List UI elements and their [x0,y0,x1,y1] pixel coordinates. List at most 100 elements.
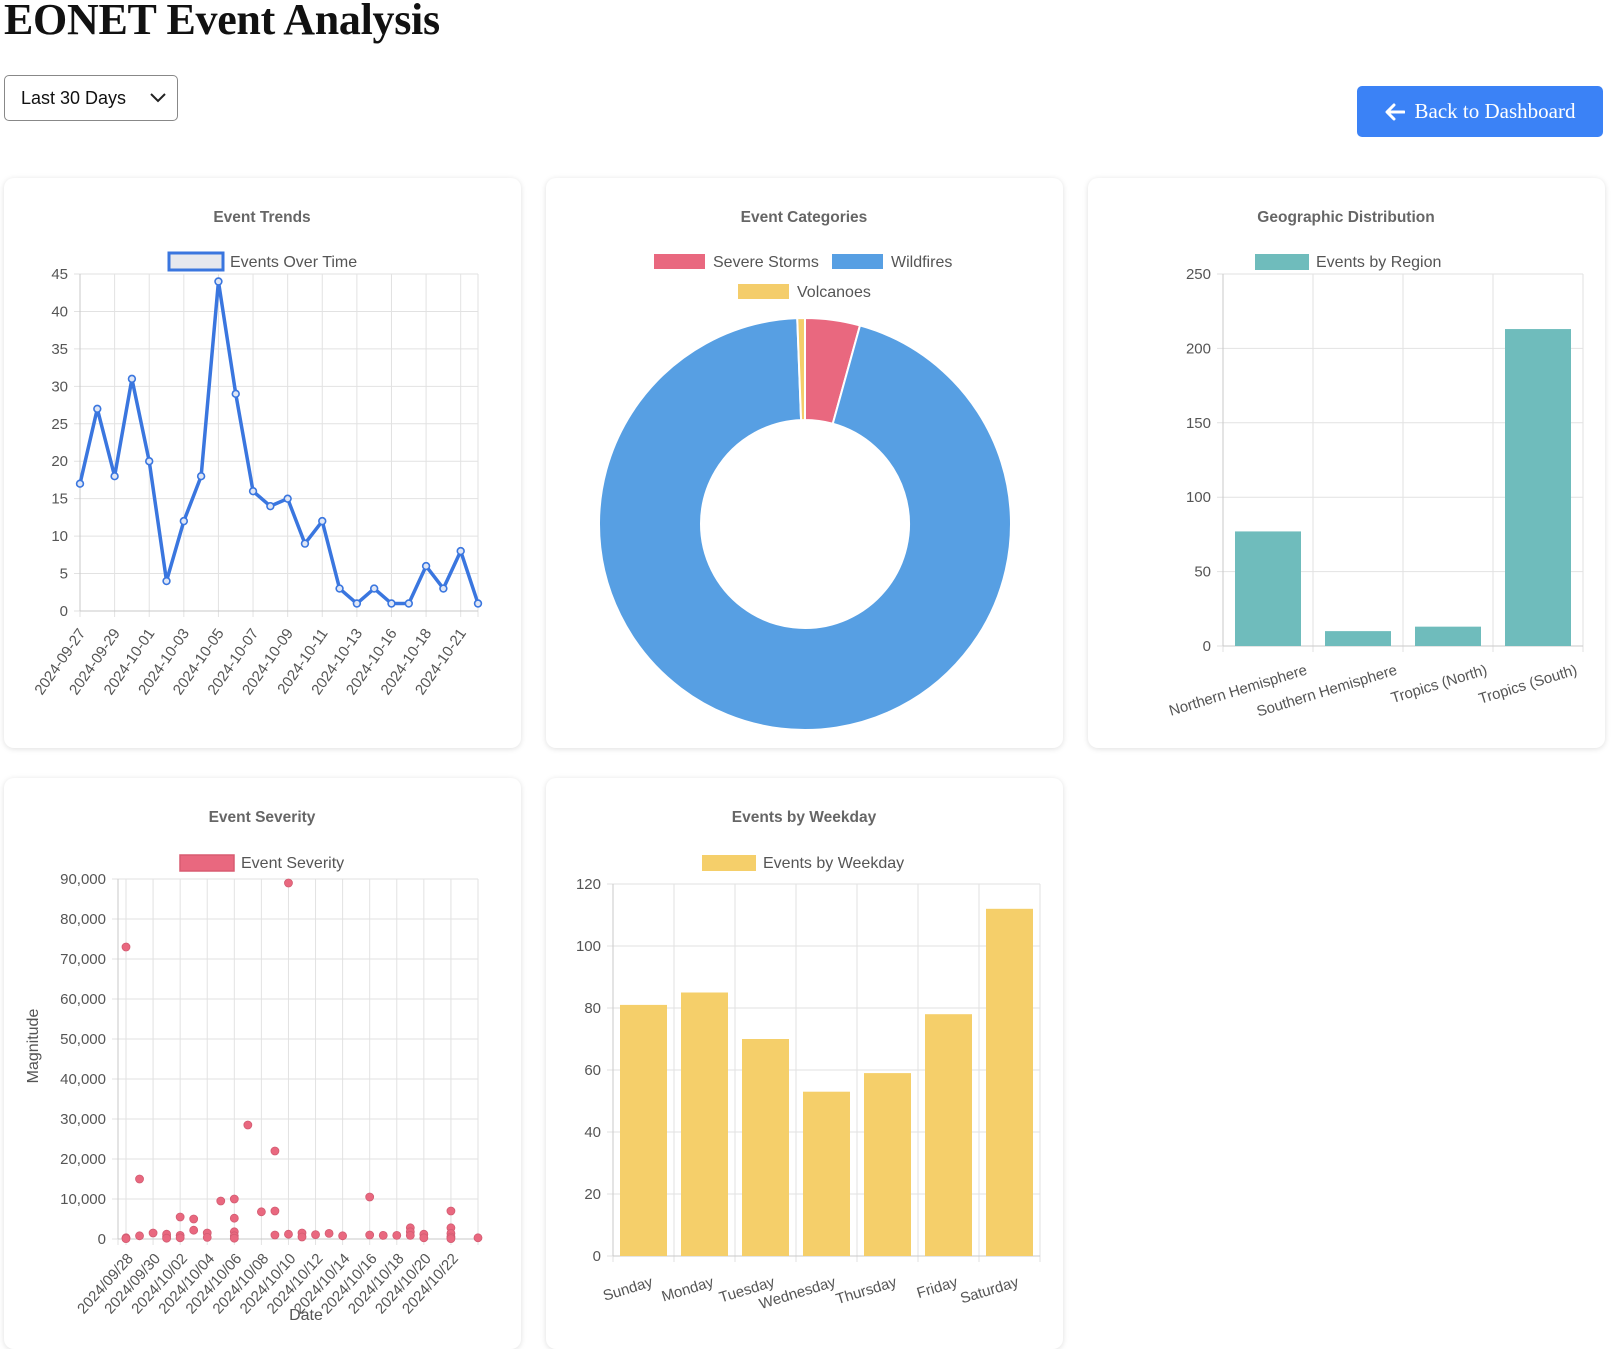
y-tick-label: 35 [51,341,68,358]
y-tick-label: 20,000 [60,1151,106,1168]
geographic-distribution-chart: Geographic Distribution Events by Region… [1167,209,1584,720]
legend-swatch [179,854,235,872]
y-tick-label: 120 [576,876,601,893]
data-point [365,1192,375,1202]
back-to-dashboard-button[interactable]: Back to Dashboard [1357,86,1603,137]
x-tick-label: Tropics (South) [1477,662,1579,708]
data-point [216,1196,226,1206]
data-point [231,389,240,399]
data-point [162,1233,172,1243]
y-tick-label: 0 [593,1248,601,1265]
event-severity-chart: Event Severity Event Severity Magnitude … [25,809,483,1324]
data-point [93,404,102,414]
legend-label-volcanoes: Volcanoes [797,284,871,301]
y-tick-label: 80,000 [60,911,106,928]
y-tick-label: 10,000 [60,1191,106,1208]
data-point [202,1232,212,1242]
data-point [439,584,448,593]
data-point [311,1230,320,1240]
legend-swatch [167,251,225,272]
y-tick-label: 20 [584,1186,601,1203]
y-tick-label: 100 [1186,489,1211,506]
data-point [196,472,206,481]
chart-title: Events by Weekday [732,809,877,826]
y-tick-label: 50 [1194,564,1211,581]
y-tick-label: 0 [98,1231,106,1248]
arrow-left-icon [1385,103,1405,120]
data-point [121,1234,131,1244]
data-point [189,1225,199,1235]
date-range-select[interactable]: Last 30 Days [4,75,178,121]
y-axis-label: Magnitude [25,1009,42,1084]
y-tick-label: 10 [51,528,68,545]
y-tick-label: 0 [60,603,68,620]
data-point [473,599,483,608]
data-point [175,1233,185,1243]
bar [1325,631,1391,646]
y-tick-label: 90,000 [60,871,106,888]
events-by-weekday-chart: Events by Weekday Events by Weekday 0 20 4… [576,809,1041,1313]
data-point [300,539,310,548]
bar [681,992,728,1256]
legend-swatch-storms [654,254,705,269]
y-tick-label: 25 [51,416,68,433]
y-tick-label: 80 [584,1000,601,1017]
bar [1415,626,1481,646]
event-categories-chart: Event Categories Severe Storms Wildfires… [598,209,1012,731]
data-point [270,1230,280,1240]
y-tick-label: 30,000 [60,1111,106,1128]
data-point [179,516,189,526]
x-tick-label: Thursday [834,1273,899,1308]
y-tick-label: 40,000 [60,1071,106,1088]
data-point [284,878,293,888]
y-tick-label: 200 [1186,340,1211,357]
data-point [456,546,465,556]
event-trends-card: Event Trends Events Over Time 0 5 10 15 20 25… [4,178,521,748]
geographic-distribution-card: Geographic Distribution Events by Region… [1088,178,1605,748]
page-title: EONET Event Analysis [4,0,440,44]
data-point [162,576,171,586]
y-tick-label: 60 [584,1062,601,1079]
y-tick-label: 40 [584,1124,601,1141]
legend-label: Events by Region [1316,254,1441,271]
data-point [229,1233,239,1243]
bar [925,1014,972,1256]
x-tick-label: Monday [660,1273,716,1305]
data-point [297,1232,307,1242]
chevron-down-icon [150,93,166,103]
data-point [318,516,327,526]
data-point [75,479,85,488]
event-trends-chart: Event Trends Events Over Time 0 5 10 15 20 25… [31,209,483,698]
data-point [110,472,119,481]
data-point [175,1212,185,1222]
chart-title: Event Severity [209,809,316,826]
y-tick-label: 50,000 [60,1031,106,1048]
y-tick-label: 15 [51,491,68,508]
data-point [256,1207,266,1217]
data-point [189,1214,199,1224]
y-tick-label: 20 [51,453,68,470]
chart-title: Geographic Distribution [1257,209,1434,226]
data-point [446,1234,456,1244]
series-line [78,279,480,606]
data-point [404,599,413,608]
data-point [214,277,223,286]
legend-label-wildfires: Wildfires [891,254,952,271]
legend-swatch [1255,254,1309,270]
bar [986,908,1033,1256]
data-point [369,584,379,593]
chart-title: Event Categories [741,209,868,226]
y-tick-label: 45 [51,266,68,283]
y-tick-label: 250 [1186,266,1211,283]
data-point [392,1230,402,1240]
data-point [335,584,344,593]
data-point [473,1233,483,1243]
y-tick-label: 0 [1203,638,1211,655]
x-tick-label: Tropics (North) [1389,662,1489,707]
bar [742,1039,789,1256]
data-point [266,501,275,511]
y-tick-label: 100 [576,938,601,955]
data-point [145,457,154,466]
data-point [135,1231,144,1241]
legend-label-storms: Severe Storms [713,254,819,271]
